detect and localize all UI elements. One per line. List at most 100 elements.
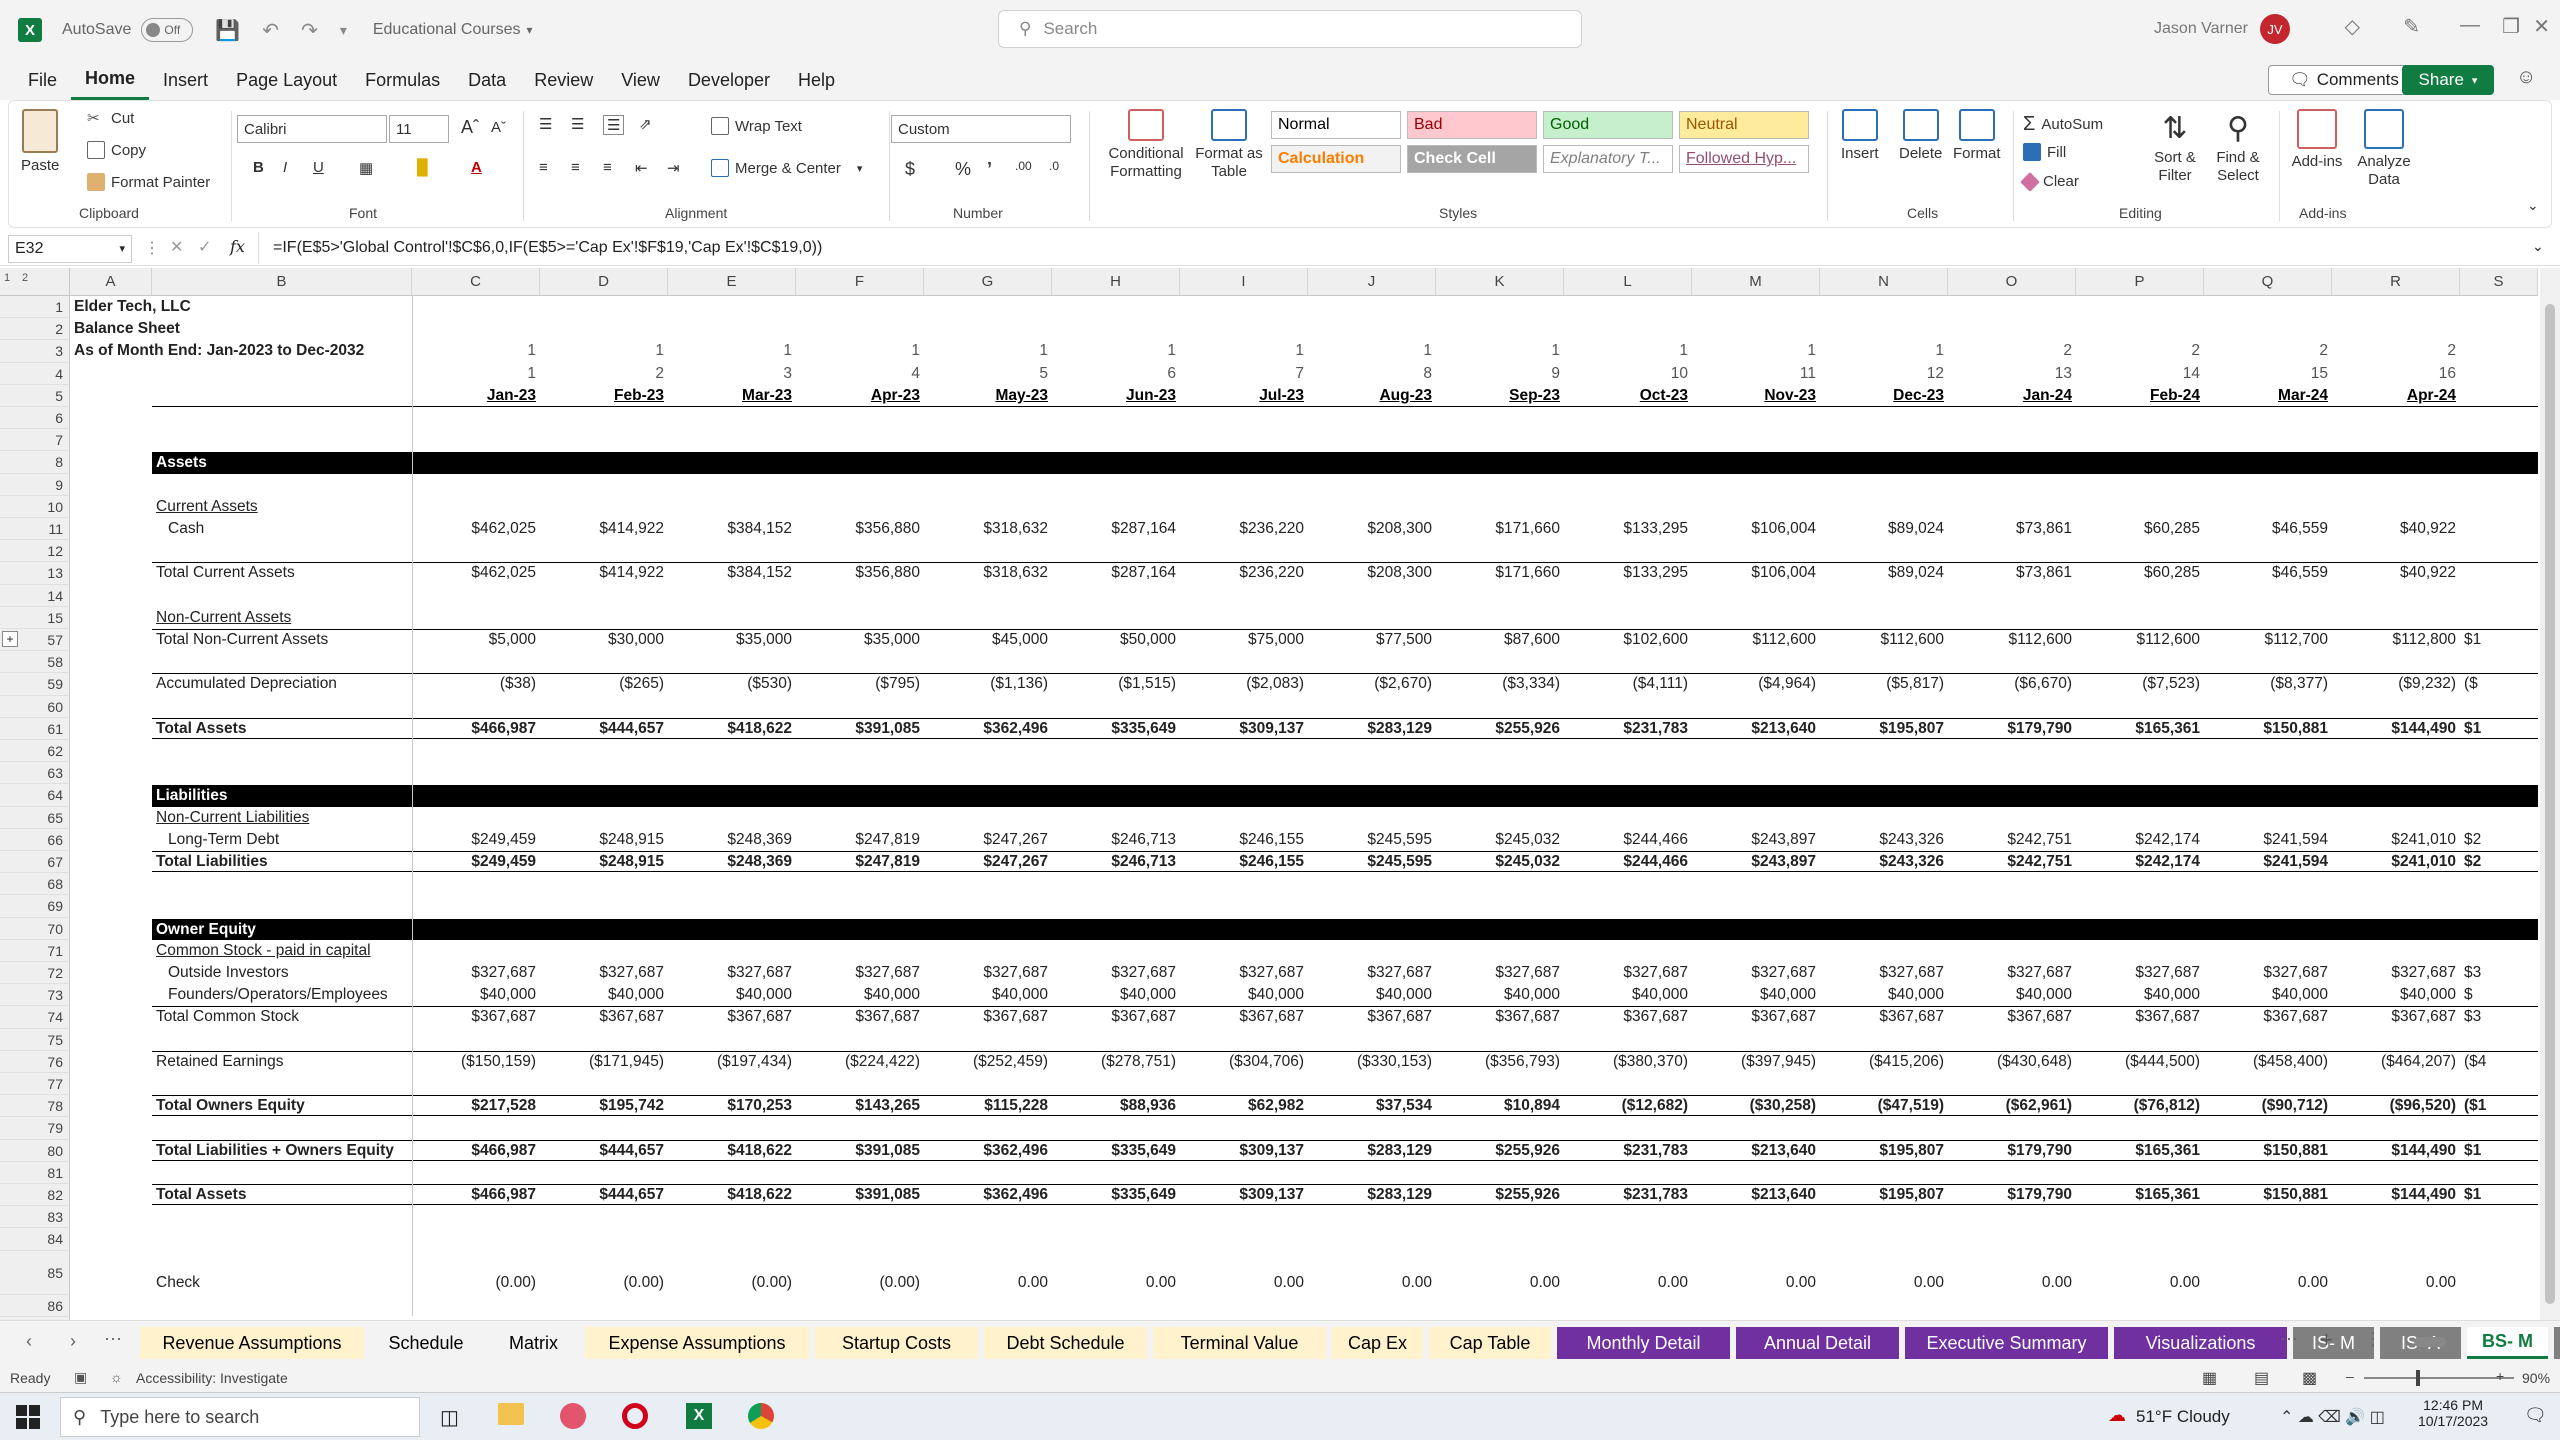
value-cell[interactable]: $143,265: [796, 1095, 920, 1117]
value-cell[interactable]: $171,660: [1436, 562, 1560, 584]
value-cell[interactable]: $248,915: [540, 851, 664, 873]
tab-data[interactable]: Data: [454, 60, 520, 100]
value-cell[interactable]: 0.00: [1180, 1272, 1304, 1294]
column-header[interactable]: C: [412, 268, 540, 296]
value-cell[interactable]: $40,000: [2204, 984, 2328, 1006]
sheet-tab[interactable]: Startup Costs: [815, 1327, 978, 1359]
autosave-toggle[interactable]: Off: [141, 18, 194, 42]
add-ins-button[interactable]: Add-ins: [2289, 109, 2345, 171]
premium-icon[interactable]: ◇: [2345, 14, 2360, 39]
row-header[interactable]: 61: [0, 717, 70, 740]
value-cell[interactable]: ($90,712): [2204, 1095, 2328, 1117]
name-box[interactable]: E32 ▾: [8, 235, 132, 263]
value-cell[interactable]: $236,220: [1180, 518, 1304, 540]
value-cell[interactable]: $112,600: [1948, 629, 2073, 651]
value-cell[interactable]: $102,600: [1564, 629, 1688, 651]
value-cell[interactable]: $318,632: [924, 518, 1048, 540]
value-cell[interactable]: $40,000: [540, 984, 664, 1006]
value-cell[interactable]: $241,010: [2332, 829, 2456, 851]
value-cell[interactable]: $195,807: [1820, 718, 1944, 740]
row-header[interactable]: 3: [0, 340, 70, 363]
align-bottom-icon[interactable]: ☰: [603, 115, 625, 135]
value-cell[interactable]: $87,600: [1436, 629, 1560, 651]
value-cell[interactable]: ($62,961): [1948, 1095, 2072, 1117]
row-header[interactable]: 11: [0, 518, 70, 541]
value-cell[interactable]: $356,880: [796, 562, 920, 584]
expand-group-icon[interactable]: +: [2, 631, 18, 647]
value-cell-partial[interactable]: $2: [2464, 829, 2481, 851]
value-cell[interactable]: $242,751: [1948, 851, 2072, 873]
value-cell[interactable]: 0.00: [2076, 1272, 2200, 1294]
value-cell[interactable]: ($96,520): [2332, 1095, 2456, 1117]
value-cell[interactable]: $213,640: [1692, 1184, 1816, 1206]
value-cell[interactable]: ($47,519): [1820, 1095, 1944, 1117]
avatar[interactable]: JV: [2260, 14, 2290, 44]
value-cell[interactable]: ($304,706): [1180, 1051, 1304, 1073]
cell-style-6[interactable]: Explanatory T...: [1543, 145, 1673, 173]
weather-icon[interactable]: ☁: [2108, 1405, 2126, 1426]
value-cell[interactable]: $444,657: [540, 1184, 664, 1206]
zoom-slider[interactable]: [2364, 1377, 2514, 1379]
value-cell[interactable]: $231,783: [1564, 1140, 1688, 1162]
column-header[interactable]: M: [1692, 268, 1820, 296]
value-cell[interactable]: $418,622: [668, 718, 792, 740]
value-cell[interactable]: ($530): [668, 673, 792, 695]
value-cell[interactable]: $106,004: [1692, 518, 1816, 540]
more-icon[interactable]: ⋮: [144, 238, 160, 258]
vertical-scrollbar[interactable]: [2540, 268, 2560, 1320]
value-cell[interactable]: ($2,670): [1308, 673, 1432, 695]
column-header[interactable]: L: [1564, 268, 1692, 296]
row-header[interactable]: 63: [0, 762, 70, 785]
column-header[interactable]: H: [1052, 268, 1180, 296]
sheet-tab[interactable]: Expense Assumptions: [585, 1327, 809, 1359]
value-cell[interactable]: $246,713: [1052, 829, 1176, 851]
value-cell[interactable]: $40,000: [1308, 984, 1432, 1006]
increase-indent-icon[interactable]: ⇥: [667, 159, 680, 177]
value-cell[interactable]: $243,897: [1692, 851, 1816, 873]
value-cell[interactable]: $245,032: [1436, 829, 1560, 851]
value-cell[interactable]: $243,326: [1820, 851, 1944, 873]
value-cell[interactable]: $367,687: [1052, 1006, 1176, 1028]
value-cell[interactable]: $73,861: [1948, 518, 2072, 540]
value-cell[interactable]: $208,300: [1308, 562, 1432, 584]
row-header[interactable]: 59: [0, 673, 70, 696]
add-sheet-icon[interactable]: +: [2320, 1327, 2333, 1353]
value-cell[interactable]: $115,228: [924, 1095, 1048, 1117]
taskbar-search[interactable]: ⚲ Type here to search: [60, 1397, 420, 1437]
file-name[interactable]: Educational Courses: [373, 21, 521, 39]
value-cell[interactable]: $40,000: [668, 984, 792, 1006]
value-cell[interactable]: $133,295: [1564, 518, 1688, 540]
value-cell[interactable]: $283,129: [1308, 718, 1432, 740]
value-cell[interactable]: $283,129: [1308, 1184, 1432, 1206]
row-header[interactable]: 76: [0, 1050, 70, 1073]
value-cell[interactable]: $247,819: [796, 851, 920, 873]
value-cell[interactable]: $37,534: [1308, 1095, 1432, 1117]
value-cell[interactable]: $327,687: [540, 962, 664, 984]
value-cell[interactable]: ($1,136): [924, 673, 1048, 695]
value-cell[interactable]: ($5,817): [1820, 673, 1944, 695]
row-header[interactable]: 1: [0, 296, 70, 319]
value-cell[interactable]: $246,713: [1052, 851, 1176, 873]
sheet-tab[interactable]: Cap Ex: [1332, 1327, 1423, 1359]
row-header[interactable]: 2: [0, 318, 70, 341]
restore-icon[interactable]: ❐: [2502, 14, 2520, 39]
format-as-table-button[interactable]: Format as Table: [1193, 109, 1265, 181]
value-cell-partial[interactable]: $3: [2464, 962, 2481, 984]
value-cell[interactable]: $309,137: [1180, 718, 1304, 740]
row-header[interactable]: 64: [0, 784, 70, 807]
row-header[interactable]: 66: [0, 828, 70, 851]
value-cell[interactable]: $40,000: [2332, 984, 2456, 1006]
value-cell[interactable]: $75,000: [1180, 629, 1304, 651]
cell-style-2[interactable]: Good: [1543, 111, 1673, 139]
wrap-text-button[interactable]: Wrap Text: [711, 117, 802, 135]
value-cell[interactable]: $247,267: [924, 851, 1048, 873]
row-header[interactable]: 83: [0, 1206, 70, 1229]
value-cell[interactable]: $367,687: [2076, 1006, 2200, 1028]
sort-filter-button[interactable]: ⇅ Sort & Filter: [2145, 109, 2205, 185]
value-cell[interactable]: $40,000: [924, 984, 1048, 1006]
row-header[interactable]: 69: [0, 895, 70, 918]
value-cell[interactable]: $35,000: [796, 629, 920, 651]
value-cell[interactable]: $208,300: [1308, 518, 1432, 540]
merge-center-button[interactable]: Merge & Center ▾: [711, 159, 862, 177]
value-cell[interactable]: $89,024: [1820, 562, 1944, 584]
